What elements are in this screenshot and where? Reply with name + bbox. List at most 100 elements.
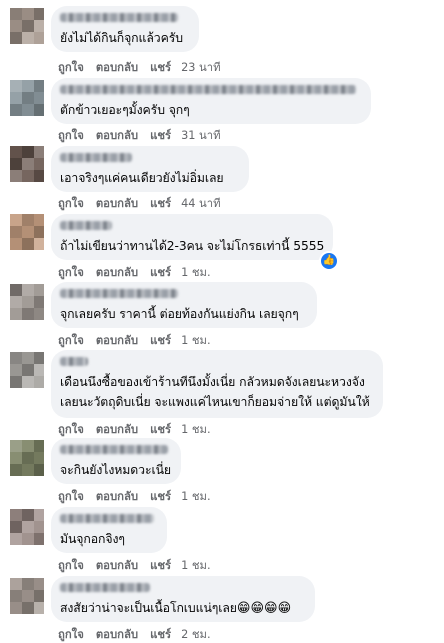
- avatar-pixel: [22, 376, 34, 388]
- like-link[interactable]: ถูกใจ: [58, 556, 84, 574]
- comment-timestamp[interactable]: 1 ชม.: [181, 556, 210, 574]
- avatar-pixel: [10, 92, 22, 104]
- avatar[interactable]: [10, 146, 44, 182]
- avatar-pixel: [22, 440, 34, 452]
- avatar-pixel: [22, 238, 34, 250]
- share-link[interactable]: แชร์: [150, 331, 171, 349]
- share-link[interactable]: แชร์: [150, 556, 171, 574]
- comment-text: มันจุกอกจิงๆ: [60, 532, 125, 546]
- avatar-pixel: [10, 602, 22, 614]
- avatar-pixel: [22, 80, 34, 92]
- reply-link[interactable]: ตอบกลับ: [96, 126, 138, 144]
- comment-actions: ถูกใจ ตอบกลับ แชร์ 1 ชม.: [58, 420, 211, 438]
- share-link[interactable]: แชร์: [150, 194, 171, 212]
- avatar-pixel: [22, 92, 34, 104]
- avatar-pixel: [10, 214, 22, 226]
- like-reaction-icon[interactable]: 👍: [319, 251, 339, 271]
- avatar-pixel: [22, 296, 34, 308]
- avatar[interactable]: [10, 214, 44, 250]
- avatar-pixel: [34, 8, 44, 20]
- avatar-pixel: [22, 20, 34, 32]
- avatar[interactable]: [10, 284, 44, 320]
- commenter-name-blurred[interactable]: [60, 357, 88, 366]
- like-link[interactable]: ถูกใจ: [58, 331, 84, 349]
- comment-actions: ถูกใจ ตอบกลับ แชร์ 23 นาที: [58, 58, 221, 76]
- avatar-pixel: [34, 521, 44, 533]
- avatar-pixel: [22, 364, 34, 376]
- share-link[interactable]: แชร์: [150, 625, 171, 643]
- avatar-pixel: [34, 158, 44, 170]
- reply-link[interactable]: ตอบกลับ: [96, 194, 138, 212]
- comment-actions: ถูกใจ ตอบกลับ แชร์ 31 นาที: [58, 126, 221, 144]
- comment-timestamp[interactable]: 1 ชม.: [181, 331, 210, 349]
- reply-link[interactable]: ตอบกลับ: [96, 420, 138, 438]
- avatar-pixel: [34, 146, 44, 158]
- comment-bubble: สงสัยว่าน่าจะเป็นเนื้อโกเบแน่ๆเลย😁😁😁😁: [51, 576, 315, 622]
- share-link[interactable]: แชร์: [150, 420, 171, 438]
- like-link[interactable]: ถูกใจ: [58, 194, 84, 212]
- avatar-pixel: [10, 521, 22, 533]
- avatar[interactable]: [10, 509, 44, 545]
- comment-timestamp[interactable]: 23 นาที: [181, 58, 220, 76]
- like-link[interactable]: ถูกใจ: [58, 487, 84, 505]
- like-link[interactable]: ถูกใจ: [58, 625, 84, 643]
- commenter-name-blurred[interactable]: [60, 13, 178, 22]
- like-link[interactable]: ถูกใจ: [58, 420, 84, 438]
- comment-text: จุกเลยครับ ราคานี้ ต่อยท้องกันแย่งกิน เล…: [60, 307, 299, 321]
- avatar-pixel: [34, 226, 44, 238]
- avatar-pixel: [34, 452, 44, 464]
- share-link[interactable]: แชร์: [150, 263, 171, 281]
- comment-bubble: ตักข้าวเยอะๆมั้งครับ จุกๆ: [51, 78, 371, 124]
- avatar-pixel: [22, 104, 34, 116]
- commenter-name-blurred[interactable]: [60, 153, 132, 162]
- like-link[interactable]: ถูกใจ: [58, 263, 84, 281]
- comment-timestamp[interactable]: 1 ชม.: [181, 420, 210, 438]
- comment-timestamp[interactable]: 31 นาที: [181, 126, 220, 144]
- avatar[interactable]: [10, 352, 44, 388]
- avatar-pixel: [10, 308, 22, 320]
- comment-actions: ถูกใจ ตอบกลับ แชร์ 1 ชม.: [58, 556, 211, 574]
- commenter-name-blurred[interactable]: [60, 583, 150, 592]
- comment-timestamp[interactable]: 1 ชม.: [181, 487, 210, 505]
- comment-actions: ถูกใจ ตอบกลับ แชร์ 44 นาที: [58, 194, 221, 212]
- reply-link[interactable]: ตอบกลับ: [96, 331, 138, 349]
- like-link[interactable]: ถูกใจ: [58, 58, 84, 76]
- comment-timestamp[interactable]: 1 ชม.: [181, 263, 210, 281]
- reply-link[interactable]: ตอบกลับ: [96, 625, 138, 643]
- reply-link[interactable]: ตอบกลับ: [96, 263, 138, 281]
- avatar-pixel: [34, 364, 44, 376]
- reply-link[interactable]: ตอบกลับ: [96, 556, 138, 574]
- commenter-name-blurred[interactable]: [60, 445, 168, 454]
- avatar-pixel: [10, 158, 22, 170]
- comment-bubble: เดือนนึงซื้อของเข้าร้านทีนึงมั้งเนี่ย กล…: [51, 350, 383, 418]
- share-link[interactable]: แชร์: [150, 487, 171, 505]
- comment-text: เดือนนึงซื้อของเข้าร้านทีนึงมั้งเนี่ย กล…: [60, 375, 365, 389]
- avatar-pixel: [34, 602, 44, 614]
- comment-timestamp[interactable]: 2 ชม.: [181, 625, 210, 643]
- avatar-pixel: [10, 533, 22, 545]
- avatar-pixel: [10, 590, 22, 602]
- avatar[interactable]: [10, 80, 44, 116]
- avatar-pixel: [34, 578, 44, 590]
- share-link[interactable]: แชร์: [150, 126, 171, 144]
- avatar-pixel: [34, 214, 44, 226]
- reply-link[interactable]: ตอบกลับ: [96, 58, 138, 76]
- commenter-name-blurred[interactable]: [60, 289, 178, 298]
- avatar[interactable]: [10, 440, 44, 476]
- avatar-pixel: [34, 284, 44, 296]
- avatar[interactable]: [10, 8, 44, 44]
- comment-timestamp[interactable]: 44 นาที: [181, 194, 220, 212]
- avatar-pixel: [22, 308, 34, 320]
- avatar[interactable]: [10, 578, 44, 614]
- like-link[interactable]: ถูกใจ: [58, 126, 84, 144]
- avatar-pixel: [34, 80, 44, 92]
- share-link[interactable]: แชร์: [150, 58, 171, 76]
- commenter-name-blurred[interactable]: [60, 221, 112, 230]
- avatar-pixel: [10, 170, 22, 182]
- avatar-pixel: [10, 8, 22, 20]
- commenter-name-blurred[interactable]: [60, 85, 356, 94]
- avatar-pixel: [22, 158, 34, 170]
- commenter-name-blurred[interactable]: [60, 514, 154, 523]
- reply-link[interactable]: ตอบกลับ: [96, 487, 138, 505]
- avatar-pixel: [34, 170, 44, 182]
